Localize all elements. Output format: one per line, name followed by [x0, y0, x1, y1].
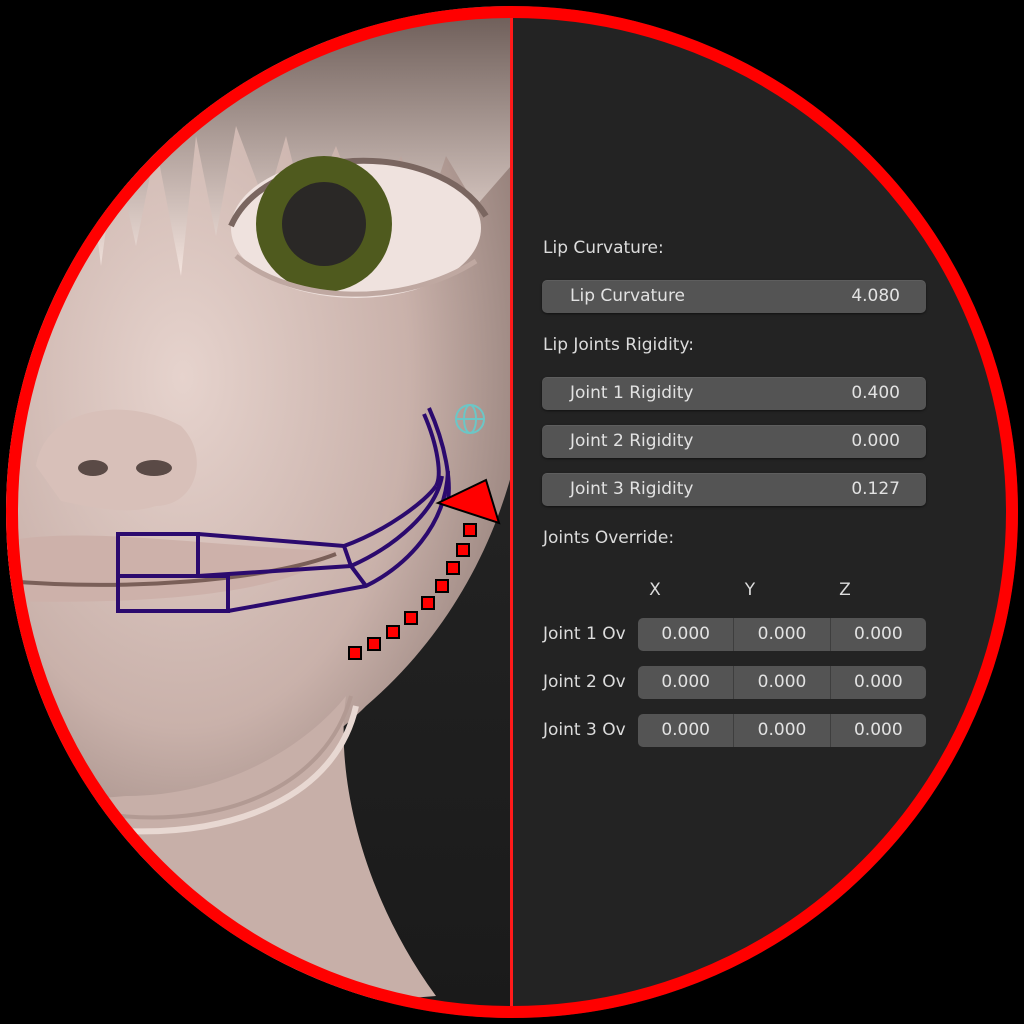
properties-panel: Lip Curvature: Lip Curvature 4.080 Lip J… — [513, 6, 1018, 1018]
joint-3-override-label: Joint 3 Ov — [543, 720, 626, 740]
lip-curvature-slider[interactable]: Lip Curvature 4.080 — [542, 280, 926, 313]
lip-curvature-label: Lip Curvature — [570, 286, 686, 306]
joint-3-override-y[interactable]: 0.000 — [733, 714, 829, 747]
joint-2-rigidity-slider[interactable]: Joint 2 Rigidity 0.000 — [542, 425, 926, 458]
joint-1-rigidity-label: Joint 1 Rigidity — [570, 383, 694, 403]
joint-2-override-label: Joint 2 Ov — [543, 672, 626, 692]
joint-1-override-x[interactable]: 0.000 — [638, 618, 733, 651]
axis-y-label: Y — [744, 580, 756, 600]
joint-3-rigidity-label: Joint 3 Rigidity — [570, 479, 694, 499]
joint-3-override-row: Joint 3 Ov 0.000 0.000 0.000 — [543, 714, 927, 747]
joint-2-override-y[interactable]: 0.000 — [733, 666, 829, 699]
joint-2-override-x[interactable]: 0.000 — [638, 666, 733, 699]
joint-2-rigidity-value: 0.000 — [851, 431, 900, 451]
character-face-render — [6, 6, 511, 1018]
circular-frame: Lip Curvature: Lip Curvature 4.080 Lip J… — [6, 6, 1018, 1018]
joint-1-override-row: Joint 1 Ov 0.000 0.000 0.000 — [543, 618, 927, 651]
joint-1-override-label: Joint 1 Ov — [543, 624, 626, 644]
joint-2-override-z[interactable]: 0.000 — [829, 666, 926, 699]
joint-1-rigidity-slider[interactable]: Joint 1 Rigidity 0.400 — [542, 377, 926, 410]
rigidity-header: Lip Joints Rigidity: — [543, 335, 695, 355]
override-header: Joints Override: — [543, 528, 675, 548]
lip-curvature-value: 4.080 — [851, 286, 900, 306]
axis-x-label: X — [649, 580, 661, 600]
joint-3-override-z[interactable]: 0.000 — [829, 714, 926, 747]
joint-1-override-z[interactable]: 0.000 — [829, 618, 926, 651]
lip-curvature-header: Lip Curvature: — [543, 238, 664, 258]
3d-viewport[interactable] — [6, 6, 511, 1018]
joint-3-override-x[interactable]: 0.000 — [638, 714, 733, 747]
joint-1-override-y[interactable]: 0.000 — [733, 618, 829, 651]
joint-3-rigidity-value: 0.127 — [851, 479, 900, 499]
joint-3-rigidity-slider[interactable]: Joint 3 Rigidity 0.127 — [542, 473, 926, 506]
joint-2-override-row: Joint 2 Ov 0.000 0.000 0.000 — [543, 666, 927, 699]
joint-2-rigidity-label: Joint 2 Rigidity — [570, 431, 694, 451]
axis-z-label: Z — [839, 580, 851, 600]
joint-1-rigidity-value: 0.400 — [851, 383, 900, 403]
